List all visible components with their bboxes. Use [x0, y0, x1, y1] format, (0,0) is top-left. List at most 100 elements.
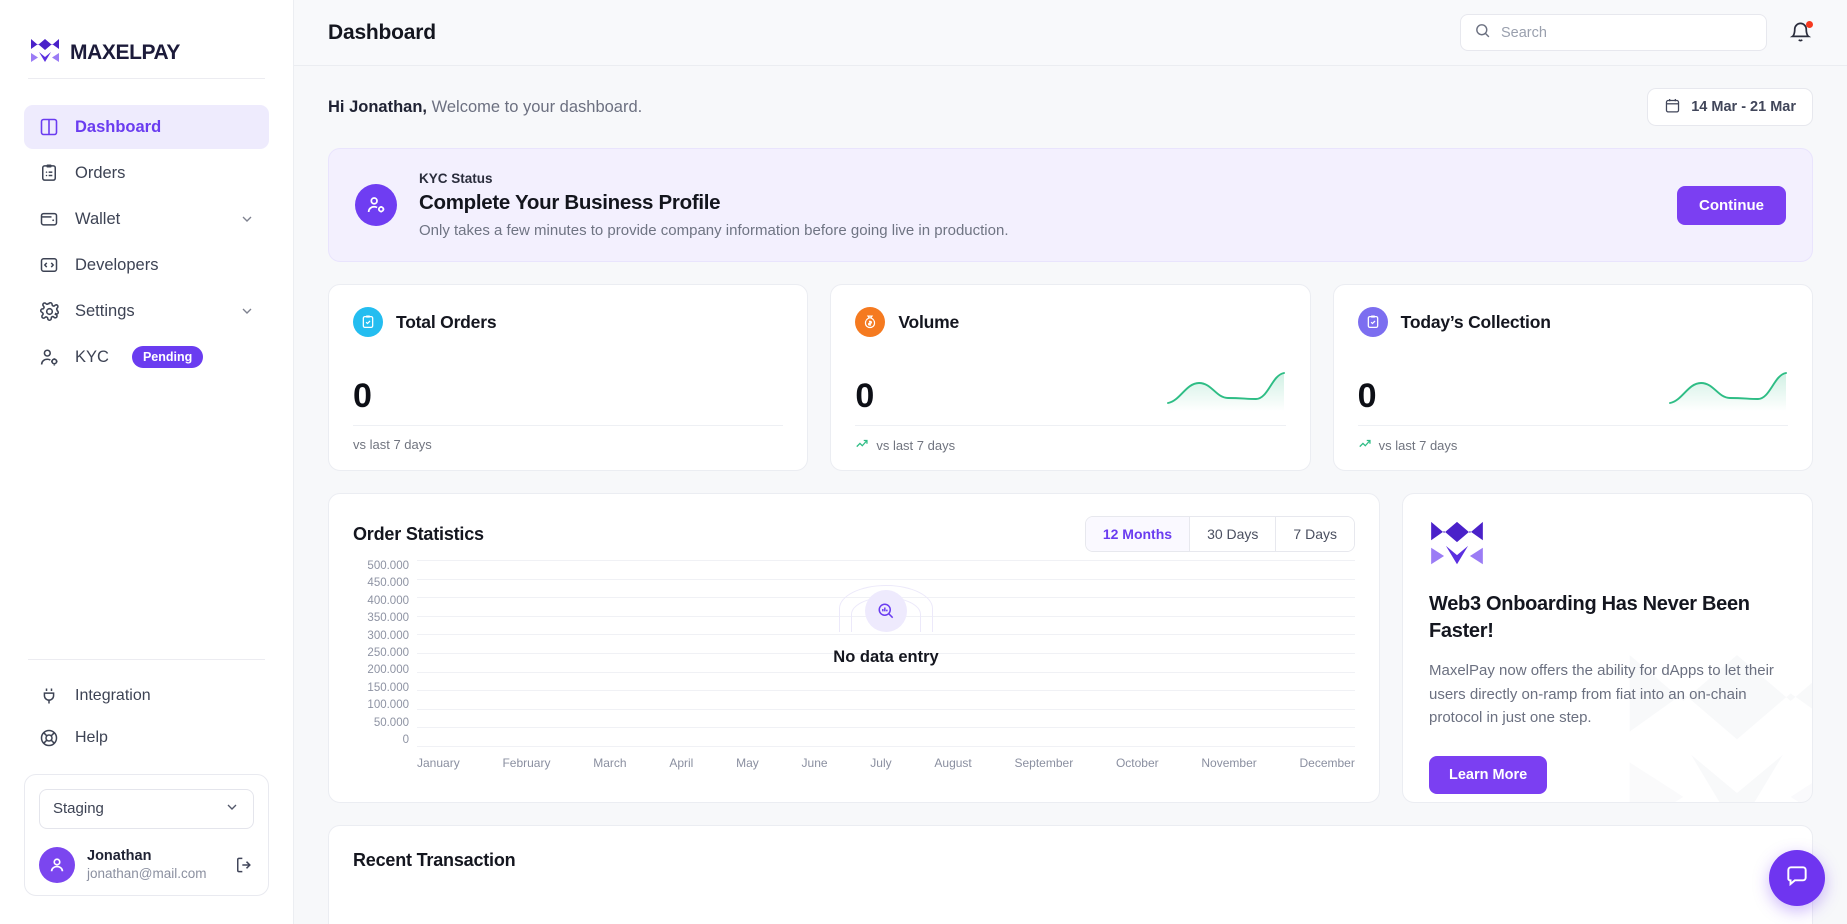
stat-card-value: 0: [1357, 377, 1377, 415]
notification-dot: [1806, 20, 1813, 28]
calendar-icon: [1664, 97, 1681, 118]
dashboard-content: Hi Jonathan, Welcome to your dashboard. …: [294, 66, 1847, 924]
chevron-down-icon[interactable]: [239, 211, 255, 227]
x-tick: May: [736, 756, 759, 770]
stat-card-value: 0: [855, 377, 875, 415]
stat-card-footer: vs last 7 days: [353, 437, 783, 452]
greeting: Hi Jonathan, Welcome to your dashboard.: [328, 98, 642, 117]
notification-button[interactable]: [1789, 20, 1813, 48]
environment-value: Staging: [53, 800, 104, 818]
stat-card-footer: vs last 7 days: [855, 437, 1285, 454]
trend-up-icon: [1358, 437, 1372, 454]
gear-icon: [38, 300, 60, 322]
tab-7-days[interactable]: 7 Days: [1275, 517, 1354, 551]
sidebar-divider-bottom: [28, 658, 265, 660]
stat-card-total-orders: Total Orders 0 vs last 7 days: [328, 284, 809, 471]
user-settings-icon: [355, 184, 397, 226]
stat-card-footer-label: vs last 7 days: [353, 437, 432, 452]
sidebar-item-label: Orders: [75, 163, 126, 182]
brand-logo[interactable]: MAXELPAY: [0, 0, 293, 78]
x-tick: April: [669, 756, 694, 770]
greeting-row: Hi Jonathan, Welcome to your dashboard. …: [328, 88, 1813, 126]
main-area: Dashboard Search Hi Jonathan, Welcome to…: [294, 0, 1847, 924]
order-statistics-chart: 500.000 450.000 400.000 350.000 300.000 …: [353, 560, 1355, 785]
chart-title: Order Statistics: [353, 523, 484, 544]
chat-fab-button[interactable]: [1769, 850, 1825, 906]
divider: [1357, 425, 1788, 426]
sidebar-item-kyc[interactable]: KYC Pending: [24, 335, 269, 379]
date-range-label: 14 Mar - 21 Mar: [1691, 99, 1796, 115]
sidebar-divider-top: [28, 78, 265, 79]
clipboard-list-icon: [38, 162, 60, 184]
stat-card-footer-label: vs last 7 days: [1378, 438, 1458, 453]
sidebar: MAXELPAY Dashboard Orders Wallet Develop…: [0, 0, 294, 924]
top-bar: Dashboard: [294, 0, 1847, 66]
order-statistics-card: Order Statistics 12 Months 30 Days 7 Day…: [328, 493, 1380, 803]
chart-gridlines: No data entry: [417, 560, 1355, 747]
y-tick: 0: [402, 733, 409, 746]
chart-range-tabs: 12 Months 30 Days 7 Days: [1084, 516, 1355, 552]
wallet-icon: [38, 208, 60, 230]
tab-30-days[interactable]: 30 Days: [1189, 517, 1276, 551]
sidebar-item-label: Integration: [75, 686, 151, 704]
y-tick: 450.000: [367, 577, 409, 590]
stat-card-title: Today’s Collection: [1400, 311, 1551, 332]
x-tick: October: [1115, 756, 1159, 770]
learn-more-button[interactable]: Learn More: [1429, 756, 1548, 795]
y-tick: 250.000: [367, 646, 409, 659]
divider: [353, 425, 784, 426]
x-tick: March: [593, 756, 627, 770]
sidebar-item-developers[interactable]: Developers: [24, 243, 269, 287]
sidebar-item-help[interactable]: Help: [24, 718, 269, 758]
user-settings-icon: [38, 346, 60, 368]
greeting-message: Welcome to your dashboard.: [427, 97, 643, 116]
x-tick: December: [1299, 756, 1355, 770]
stat-card-header: Total Orders: [353, 307, 783, 337]
stat-card-title: Volume: [898, 311, 960, 332]
sparkline-chart: [1166, 367, 1286, 413]
x-tick: September: [1014, 756, 1074, 770]
kyc-banner-text: KYC Status Complete Your Business Profil…: [419, 171, 1008, 239]
y-tick: 50.000: [373, 716, 409, 729]
stat-card-body: 0: [1358, 355, 1788, 413]
date-range-picker[interactable]: 14 Mar - 21 Mar: [1647, 88, 1813, 126]
tab-12-months[interactable]: 12 Months: [1085, 517, 1190, 551]
chevron-down-icon[interactable]: [239, 303, 255, 319]
environment-select[interactable]: Staging: [39, 788, 254, 829]
clipboard-check-icon: [1357, 307, 1388, 337]
x-tick: November: [1201, 756, 1257, 770]
search-input[interactable]: [1501, 24, 1753, 41]
sidebar-item-settings[interactable]: Settings: [24, 289, 269, 333]
user-profile-row[interactable]: Jonathan jonathan@mail.com: [39, 829, 254, 883]
sidebar-nav: Dashboard Orders Wallet Developers Setti…: [0, 105, 293, 379]
chart-y-axis: 500.000 450.000 400.000 350.000 300.000 …: [353, 560, 409, 746]
sidebar-item-wallet[interactable]: Wallet: [24, 197, 269, 241]
lower-row: Order Statistics 12 Months 30 Days 7 Day…: [328, 493, 1813, 803]
y-tick: 500.000: [367, 560, 409, 572]
maxelpay-logo-icon: [30, 38, 60, 69]
money-bag-icon: [855, 307, 886, 337]
bell-icon: [1789, 22, 1812, 48]
sidebar-item-label: Wallet: [75, 209, 121, 228]
sidebar-item-integration[interactable]: Integration: [24, 676, 269, 716]
logout-icon[interactable]: [234, 855, 254, 875]
sidebar-item-orders[interactable]: Orders: [24, 151, 269, 195]
kyc-title: Complete Your Business Profile: [419, 191, 721, 214]
lifebuoy-icon: [38, 727, 60, 749]
chat-bubble-icon: [1784, 863, 1810, 894]
x-tick: July: [870, 756, 892, 770]
x-tick: August: [934, 756, 972, 770]
kyc-subtitle: Only takes a few minutes to provide comp…: [419, 222, 1009, 239]
sidebar-item-label: KYC: [75, 347, 109, 366]
chart-header: Order Statistics 12 Months 30 Days 7 Day…: [353, 516, 1355, 552]
continue-button[interactable]: Continue: [1677, 185, 1786, 225]
avatar: [39, 846, 75, 883]
y-tick: 100.000: [367, 699, 409, 712]
status-badge: Pending: [131, 346, 204, 368]
y-tick: 350.000: [367, 612, 409, 625]
clipboard-check-icon: [353, 307, 383, 337]
sidebar-item-dashboard[interactable]: Dashboard: [24, 105, 269, 149]
sidebar-item-label: Settings: [75, 301, 135, 320]
search-box[interactable]: [1460, 14, 1767, 51]
